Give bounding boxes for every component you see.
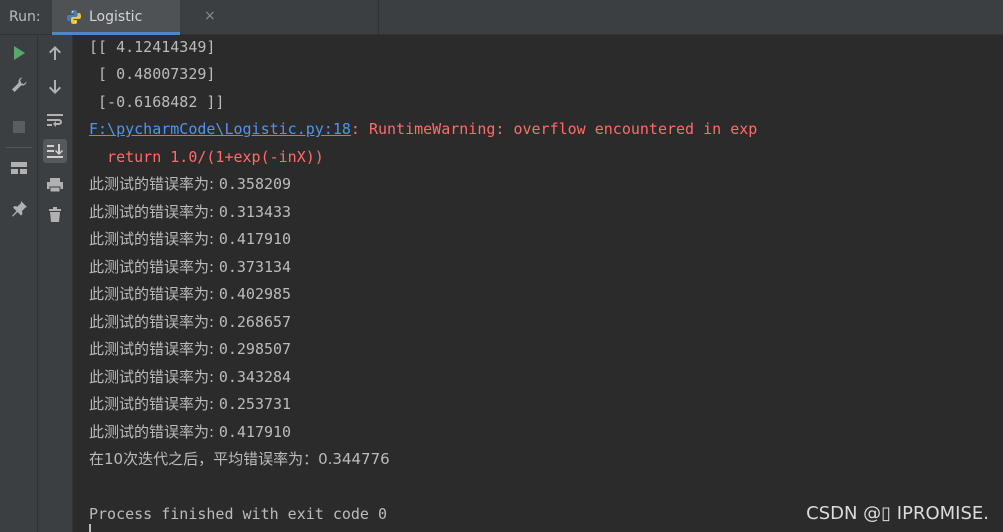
warning-code-line: return 1.0/(1+exp(-inX)): [89, 148, 324, 166]
run-label: Run:: [9, 9, 41, 25]
run-header: Run: Logistic ×: [0, 0, 1003, 35]
console-output[interactable]: [[ 4.12414349] [ 0.48007329] [-0.6168482…: [73, 35, 1003, 532]
console-toolbar: [38, 35, 73, 532]
error-rate-line: 此测试的错误率为: 0.298507: [89, 340, 292, 358]
error-rate-line: 此测试的错误率为: 0.373134: [89, 258, 292, 276]
up-arrow-icon[interactable]: [43, 41, 67, 65]
text-caret: [89, 524, 91, 532]
error-rate-line: 此测试的错误率为: 0.313433: [89, 203, 292, 221]
source-file-link[interactable]: F:\pycharmCode\Logistic.py:18: [89, 120, 351, 138]
watermark: CSDN @▯ IPROMISE.: [806, 503, 989, 524]
layout-icon[interactable]: [7, 156, 31, 180]
run-icon[interactable]: [7, 41, 31, 65]
matrix-line: [-0.6168482 ]]: [89, 93, 225, 111]
tab-logistic[interactable]: Logistic ×: [52, 0, 216, 35]
run-toolbar: [0, 35, 38, 532]
close-icon[interactable]: ×: [204, 8, 216, 24]
warning-line: F:\pycharmCode\Logistic.py:18: RuntimeWa…: [89, 118, 757, 140]
error-rate-line: 此测试的错误率为: 0.417910: [89, 230, 292, 248]
error-rate-line: 此测试的错误率为: 0.358209: [89, 175, 292, 193]
toolbar-separator: [6, 147, 32, 148]
stop-icon[interactable]: [7, 115, 31, 139]
process-finished-line: Process finished with exit code 0: [89, 505, 388, 523]
error-rate-line: 此测试的错误率为: 0.253731: [89, 395, 292, 413]
error-rate-line: 此测试的错误率为: 0.417910: [89, 423, 292, 441]
header-divider: [378, 0, 379, 35]
pin-icon[interactable]: [7, 197, 31, 221]
python-icon: [67, 10, 81, 24]
wrench-icon[interactable]: [7, 73, 31, 97]
warning-message: : RuntimeWarning: overflow encountered i…: [350, 120, 758, 138]
run-tool-window: Run: Logistic × [[4.12414349] [0.48007…: [0, 0, 1003, 532]
down-arrow-icon[interactable]: [43, 75, 67, 99]
error-rate-line: 此测试的错误率为: 0.343284: [89, 368, 292, 386]
matrix-line: [[ 4.12414349]: [89, 38, 216, 56]
soft-wrap-icon[interactable]: [43, 108, 67, 132]
average-error-line: 在10次迭代之后，平均错误率为：0.344776: [89, 450, 390, 468]
error-rate-line: 此测试的错误率为: 0.268657: [89, 313, 292, 331]
error-rate-line: 此测试的错误率为: 0.402985: [89, 285, 292, 303]
tab-label: Logistic: [89, 9, 143, 25]
print-icon[interactable]: [43, 173, 67, 197]
trash-icon[interactable]: [43, 203, 67, 227]
matrix-line: [ 0.48007329]: [89, 65, 216, 83]
scroll-to-end-icon[interactable]: [43, 139, 67, 163]
